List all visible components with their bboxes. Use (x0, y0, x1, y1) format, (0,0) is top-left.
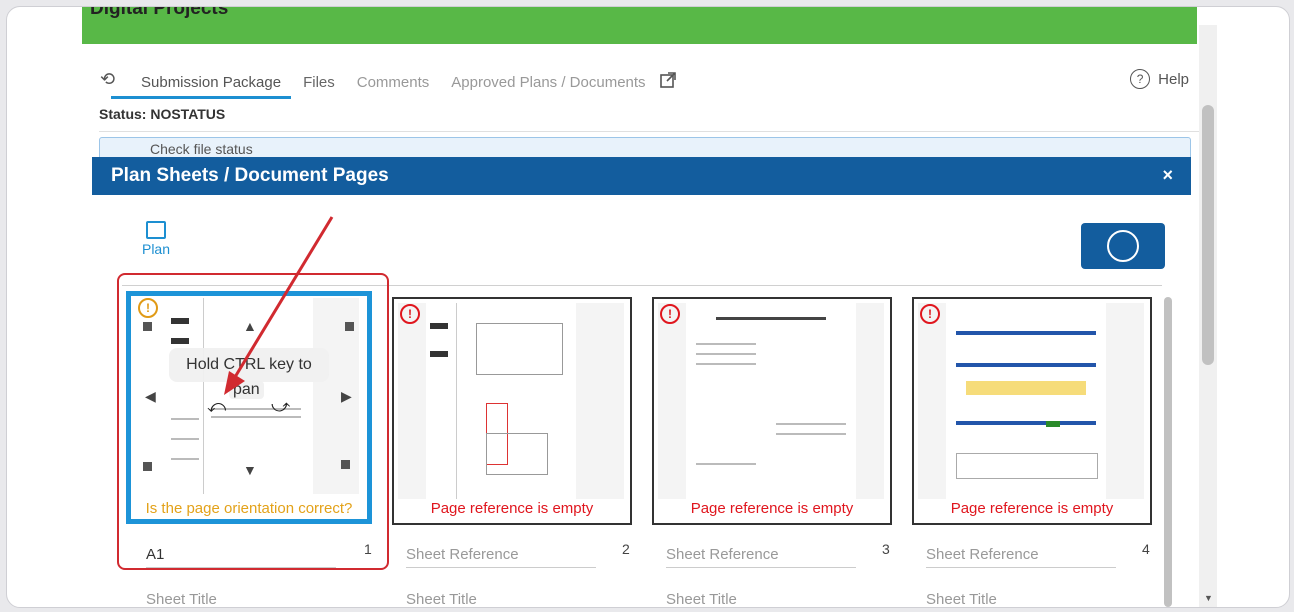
page-warning-message: Page reference is empty (950, 500, 1114, 517)
sheet-title-input[interactable]: Sheet Title (146, 591, 217, 607)
help-icon: ? (1130, 69, 1151, 89)
modal-title: Plan Sheets / Document Pages (111, 165, 389, 186)
page-thumbnail (398, 303, 624, 499)
warning-icon: ! (400, 304, 420, 324)
sheet-title-input[interactable]: Sheet Title (406, 591, 477, 607)
navigation-logo[interactable] (1081, 223, 1165, 269)
page-thumbnail (918, 303, 1144, 499)
modal-header: Plan Sheets / Document Pages × (92, 157, 1191, 195)
plan-icon (146, 221, 166, 239)
sheet-title-input[interactable]: Sheet Title (926, 591, 997, 607)
sheet-preview (946, 303, 1106, 499)
sheet-preview (686, 303, 856, 499)
help-link[interactable]: ? Help (1130, 69, 1189, 89)
tab-files[interactable]: Files (303, 74, 335, 91)
page-number: 4 (1142, 541, 1150, 557)
tab-submission-package[interactable]: Submission Package (110, 74, 292, 99)
warning-icon: ! (660, 304, 680, 324)
page-number: 3 (882, 541, 890, 557)
page-thumbnail (658, 303, 884, 499)
app-frame: Digital Projects ⟲ Submission Package Fi… (6, 6, 1290, 608)
warning-icon: ! (920, 304, 940, 324)
external-link-icon[interactable] (659, 72, 676, 92)
help-label: Help (1158, 70, 1189, 88)
banner-title: Digital Projects (90, 6, 229, 19)
page-number: 2 (622, 541, 630, 557)
page-warning-message: Page reference is empty (690, 500, 854, 517)
sheet-reference-input[interactable]: Sheet Reference (666, 543, 856, 568)
sheet-reference-input[interactable]: Sheet Reference (926, 543, 1116, 568)
sheet-preview (426, 303, 576, 499)
sheet-title-input[interactable]: Sheet Title (666, 591, 737, 607)
page-scrollbar[interactable]: ▼ (1199, 25, 1217, 607)
scrollbar-thumb[interactable] (1202, 105, 1214, 365)
plan-label: Plan (141, 241, 171, 257)
project-banner: Digital Projects (82, 7, 1197, 44)
sheet-reference-input[interactable]: Sheet Reference (406, 543, 596, 568)
compass-icon (1107, 230, 1139, 262)
page-card-2[interactable]: ! Page reference is empty (392, 297, 632, 525)
tab-comments[interactable]: Comments (357, 74, 430, 91)
divider (99, 131, 1199, 132)
status-text: Status: NOSTATUS (99, 106, 226, 122)
modal-scrollbar[interactable] (1164, 297, 1172, 607)
page-card-4[interactable]: ! Page reference is empty (912, 297, 1152, 525)
tab-approved-plans[interactable]: Approved Plans / Documents (451, 74, 645, 91)
annotation-arrow (224, 216, 334, 395)
tab-bar: Submission Package Files Comments Approv… (99, 67, 676, 99)
close-icon[interactable]: × (1162, 165, 1173, 186)
info-text: Check file status (150, 141, 253, 157)
page-card-3[interactable]: ! Page reference is empty (652, 297, 892, 525)
plan-view-button[interactable]: Plan (136, 221, 176, 257)
scroll-down-arrow[interactable]: ▼ (1204, 593, 1213, 603)
page-warning-message: Page reference is empty (430, 500, 594, 517)
